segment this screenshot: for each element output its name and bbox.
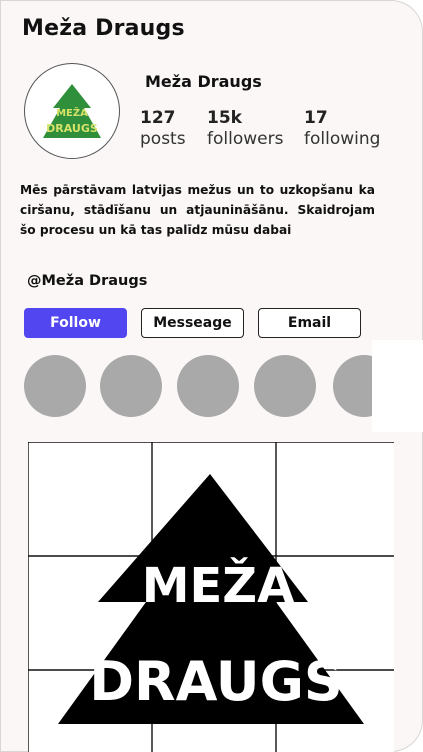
stat-following-label: following bbox=[304, 129, 381, 149]
stat-followers-label: followers bbox=[207, 129, 284, 149]
profile-bio: Mēs pārstāvam latvijas mežus un to uzkop… bbox=[20, 183, 375, 237]
stat-following-value: 17 bbox=[304, 108, 328, 128]
stat-posts[interactable]: 127 posts bbox=[140, 108, 186, 150]
stat-posts-value: 127 bbox=[140, 108, 176, 128]
svg-text:MEŽA: MEŽA bbox=[56, 106, 88, 119]
stat-followers-value: 15k bbox=[207, 108, 242, 128]
avatar[interactable]: MEŽA DRAUGS bbox=[24, 63, 120, 159]
message-button[interactable]: Messeage bbox=[141, 308, 244, 338]
svg-text:DRAUGS: DRAUGS bbox=[89, 650, 343, 713]
follow-button[interactable]: Follow bbox=[24, 308, 127, 338]
stat-followers[interactable]: 15k followers bbox=[207, 108, 283, 150]
stat-posts-label: posts bbox=[140, 129, 186, 149]
profile-handle: @Meža Draugs bbox=[27, 273, 148, 289]
profile-screen: Meža Draugs MEŽA DRAUGS Meža Draugs 127 … bbox=[0, 0, 423, 752]
profile-name: Meža Draugs bbox=[145, 72, 262, 91]
story-highlight[interactable] bbox=[177, 355, 239, 417]
email-button[interactable]: Email bbox=[258, 308, 361, 338]
post-image[interactable]: MEŽA DRAUGS bbox=[28, 442, 394, 752]
stat-following[interactable]: 17 following bbox=[304, 108, 380, 150]
story-highlight[interactable] bbox=[100, 355, 162, 417]
highlights-overflow-mask bbox=[372, 340, 423, 432]
story-highlight[interactable] bbox=[254, 355, 316, 417]
page-title: Meža Draugs bbox=[22, 16, 185, 41]
post-logo-image: MEŽA DRAUGS bbox=[28, 442, 394, 752]
svg-text:DRAUGS: DRAUGS bbox=[46, 122, 98, 135]
svg-text:MEŽA: MEŽA bbox=[142, 557, 295, 614]
meza-draugs-logo-icon: MEŽA DRAUGS bbox=[43, 84, 101, 138]
story-highlight[interactable] bbox=[24, 355, 86, 417]
